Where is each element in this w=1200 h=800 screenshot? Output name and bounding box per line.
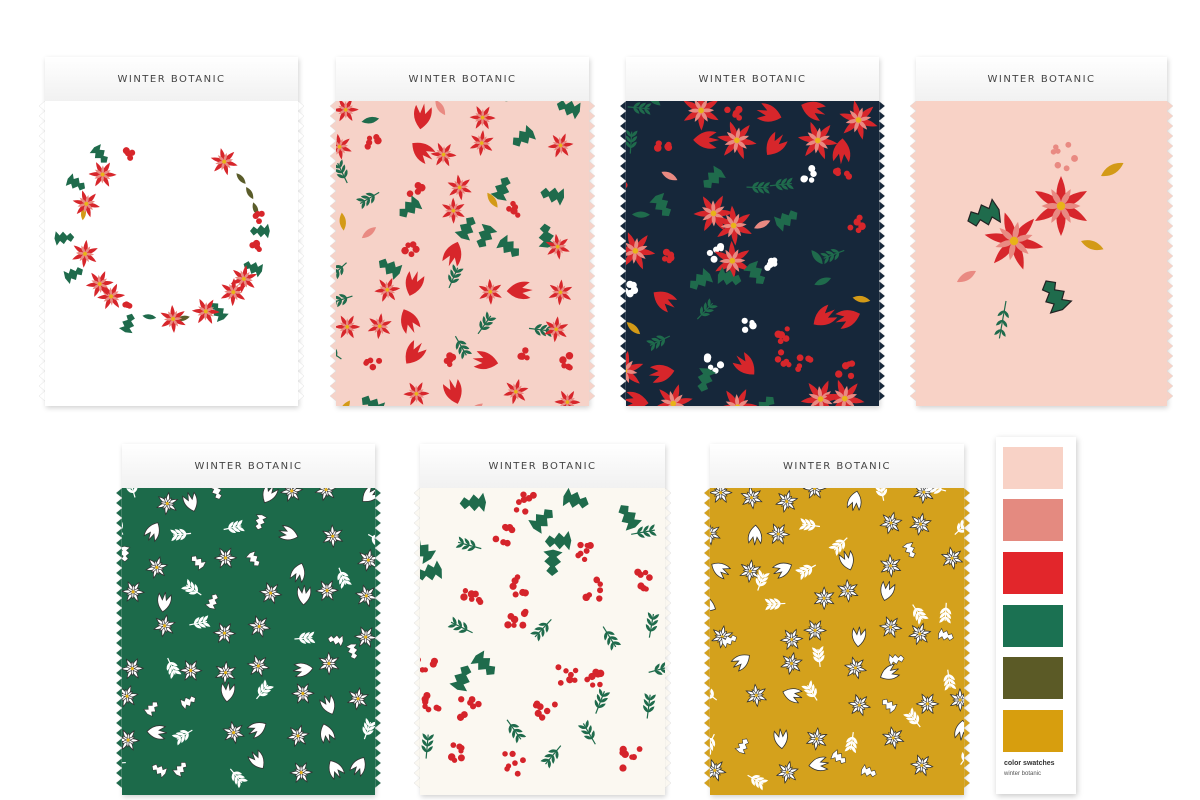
- pinked-edge: [910, 101, 916, 401]
- pinked-edge: [589, 101, 595, 401]
- palette-title: color swatches: [1004, 760, 1055, 767]
- fabric-cream-holly-pattern: [420, 488, 665, 795]
- swatch-header: WINTER BOTANIC: [626, 57, 879, 102]
- swatch-header: WINTER BOTANIC: [710, 444, 964, 489]
- swatch-label: WINTER BOTANIC: [987, 73, 1096, 85]
- palette-chip-olive: [1003, 657, 1063, 699]
- fabric-swatch-navy-floral: WINTER BOTANIC: [620, 57, 885, 406]
- cream-holly-pattern: [420, 488, 665, 795]
- green-outline-pattern: [122, 488, 375, 795]
- wreath-illustration: [45, 101, 298, 406]
- pinked-edge: [39, 101, 45, 401]
- pinked-edge: [414, 488, 420, 788]
- fabric-mustard-outline-pattern: [710, 488, 964, 795]
- swatch-label: WINTER BOTANIC: [117, 73, 226, 85]
- swatch-label: WINTER BOTANIC: [488, 460, 597, 472]
- pinked-edge: [665, 488, 671, 788]
- color-palette-card: color swatches winter botanic: [996, 437, 1076, 794]
- palette-chip-coral: [1003, 499, 1063, 541]
- swatch-label: WINTER BOTANIC: [408, 73, 517, 85]
- pinked-edge: [704, 488, 710, 788]
- fabric-swatch-cream-holly: WINTER BOTANIC: [414, 444, 671, 795]
- bouquet-illustration: [916, 101, 1167, 406]
- fabric-bouquet-pattern: [916, 101, 1167, 406]
- swatch-header: WINTER BOTANIC: [122, 444, 375, 489]
- fabric-background: [420, 488, 665, 795]
- mustard-outline-pattern: [710, 488, 964, 795]
- swatch-label: WINTER BOTANIC: [194, 460, 303, 472]
- fabric-background: [916, 101, 1167, 406]
- palette-chip-blush: [1003, 447, 1063, 489]
- swatch-header: WINTER BOTANIC: [420, 444, 665, 489]
- fabric-green-outline-pattern: [122, 488, 375, 795]
- fabric-swatch-pink-floral: WINTER BOTANIC: [330, 57, 595, 406]
- palette-chip-red: [1003, 552, 1063, 594]
- palette-chip-mustard: [1003, 710, 1063, 752]
- navy-floral-pattern: [626, 101, 879, 406]
- fabric-swatch-wreath: WINTER BOTANIC: [39, 57, 304, 406]
- pinked-edge: [116, 488, 122, 788]
- pinked-edge: [330, 101, 336, 401]
- pinked-edge: [298, 101, 304, 401]
- swatch-label: WINTER BOTANIC: [782, 460, 891, 472]
- swatch-label: WINTER BOTANIC: [698, 73, 807, 85]
- pink-floral-pattern: [336, 101, 589, 406]
- fabric-swatch-bouquet: WINTER BOTANIC: [910, 57, 1173, 406]
- swatch-header: WINTER BOTANIC: [45, 57, 298, 102]
- palette-subtitle: winter botanic: [1004, 771, 1042, 777]
- pinked-edge: [620, 101, 626, 401]
- fabric-navy-floral-pattern: [626, 101, 879, 406]
- fabric-wreath-pattern: [45, 101, 298, 406]
- pinked-edge: [964, 488, 970, 788]
- fabric-swatch-mustard-outline: WINTER BOTANIC: [704, 444, 970, 795]
- fabric-pink-floral-pattern: [336, 101, 589, 406]
- pinked-edge: [879, 101, 885, 401]
- pinked-edge: [375, 488, 381, 788]
- swatch-header: WINTER BOTANIC: [336, 57, 589, 102]
- swatch-header: WINTER BOTANIC: [916, 57, 1167, 102]
- palette-chip-green: [1003, 605, 1063, 647]
- fabric-swatch-green-outline: WINTER BOTANIC: [116, 444, 381, 795]
- pinked-edge: [1167, 101, 1173, 401]
